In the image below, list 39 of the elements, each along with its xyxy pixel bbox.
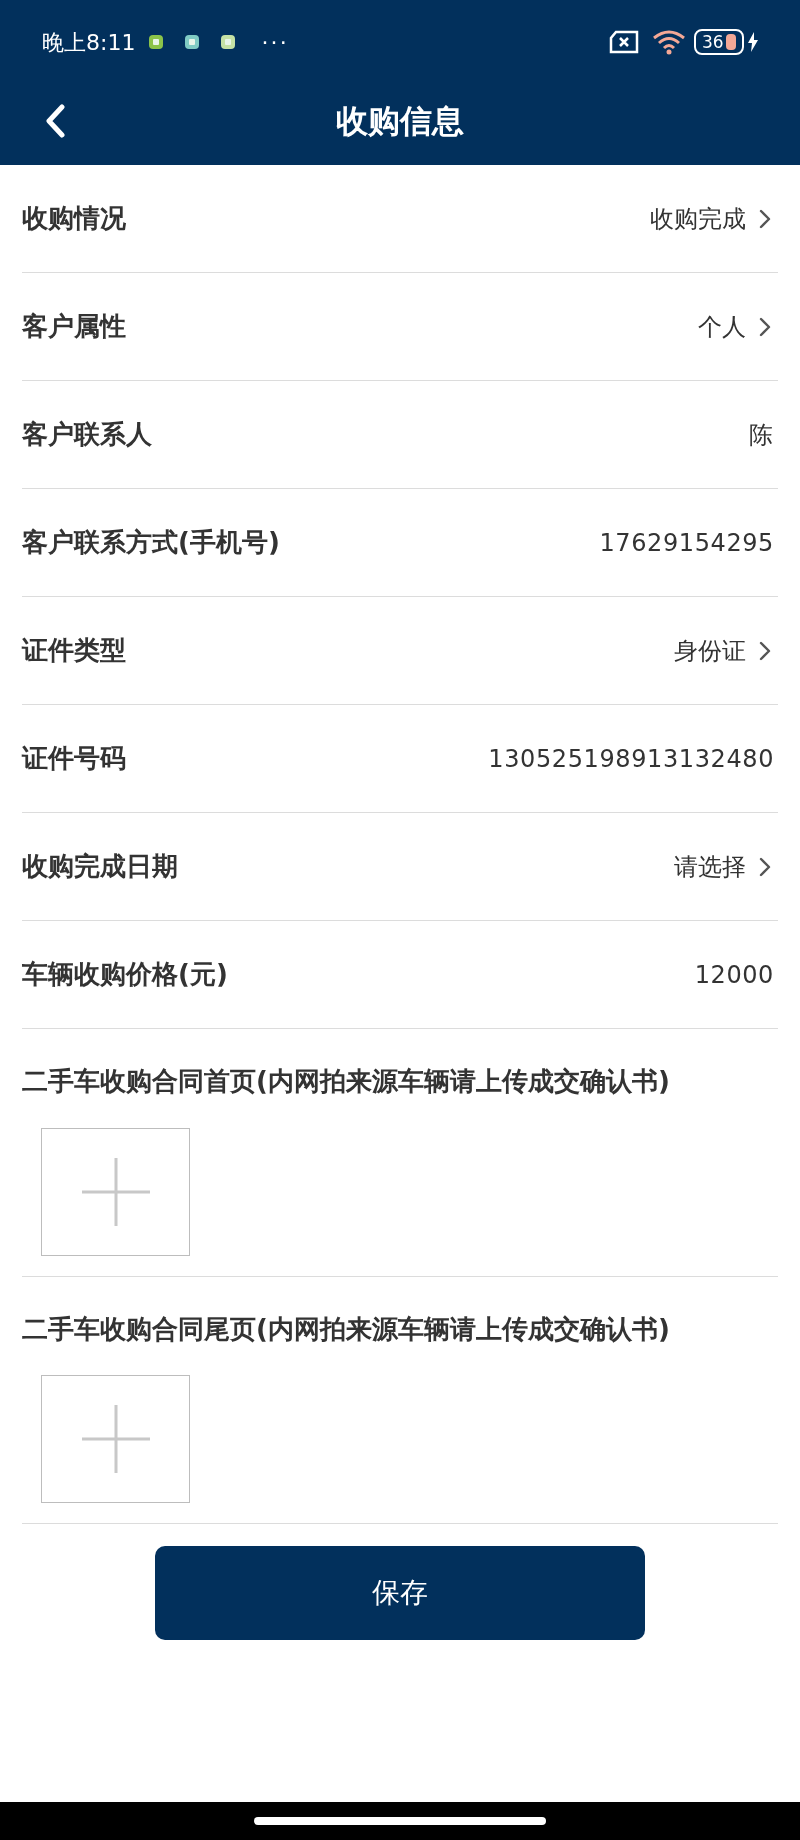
field-label: 证件号码: [22, 742, 126, 775]
save-button[interactable]: 保存: [155, 1546, 645, 1640]
battery-icon: 36: [694, 29, 744, 55]
field-label: 收购情况: [22, 202, 126, 235]
field-label: 客户联系方式(手机号): [22, 526, 280, 559]
field-label: 收购完成日期: [22, 850, 178, 883]
field-label: 车辆收购价格(元): [22, 958, 228, 991]
sim-icon: [608, 30, 640, 54]
notification-icon: [183, 33, 202, 51]
back-icon: [44, 103, 66, 138]
select-field[interactable]: 身份证: [674, 632, 778, 669]
upload-button[interactable]: [41, 1127, 190, 1256]
wifi-icon: [652, 29, 686, 55]
home-indicator[interactable]: [254, 1817, 546, 1825]
notification-icon: [147, 33, 166, 51]
chevron-right-icon: [758, 207, 772, 230]
field-label: 客户属性: [22, 310, 126, 343]
chevron-right-icon: [758, 855, 772, 878]
field-value: 130525198913132480: [488, 743, 775, 775]
select-field[interactable]: 请选择: [674, 848, 778, 885]
field-value: 12000: [694, 959, 775, 991]
upload-button[interactable]: [41, 1375, 190, 1503]
upload-label: 二手车收购合同首页(内网拍来源车辆请上传成交确认书): [22, 1065, 671, 1098]
select-field[interactable]: 个人: [698, 308, 778, 345]
field-value: 陈: [749, 419, 775, 451]
field-label: 客户联系人: [22, 418, 152, 451]
upload-label: 二手车收购合同尾页(内网拍来源车辆请上传成交确认书): [22, 1312, 671, 1345]
chevron-right-icon: [758, 315, 772, 338]
plus-icon: [79, 1155, 152, 1228]
chevron-right-icon: [758, 639, 772, 662]
field-value: 17629154295: [599, 527, 775, 559]
field-label: 证件类型: [22, 634, 126, 667]
select-field[interactable]: 收购完成: [650, 200, 778, 237]
plus-icon: [79, 1403, 152, 1475]
status-time: 晚上8:11: [42, 28, 136, 57]
more-notifications: ···: [261, 28, 289, 57]
charging-icon: [748, 32, 758, 52]
notification-icon: [219, 33, 238, 51]
page-title: 收购信息: [336, 100, 464, 142]
